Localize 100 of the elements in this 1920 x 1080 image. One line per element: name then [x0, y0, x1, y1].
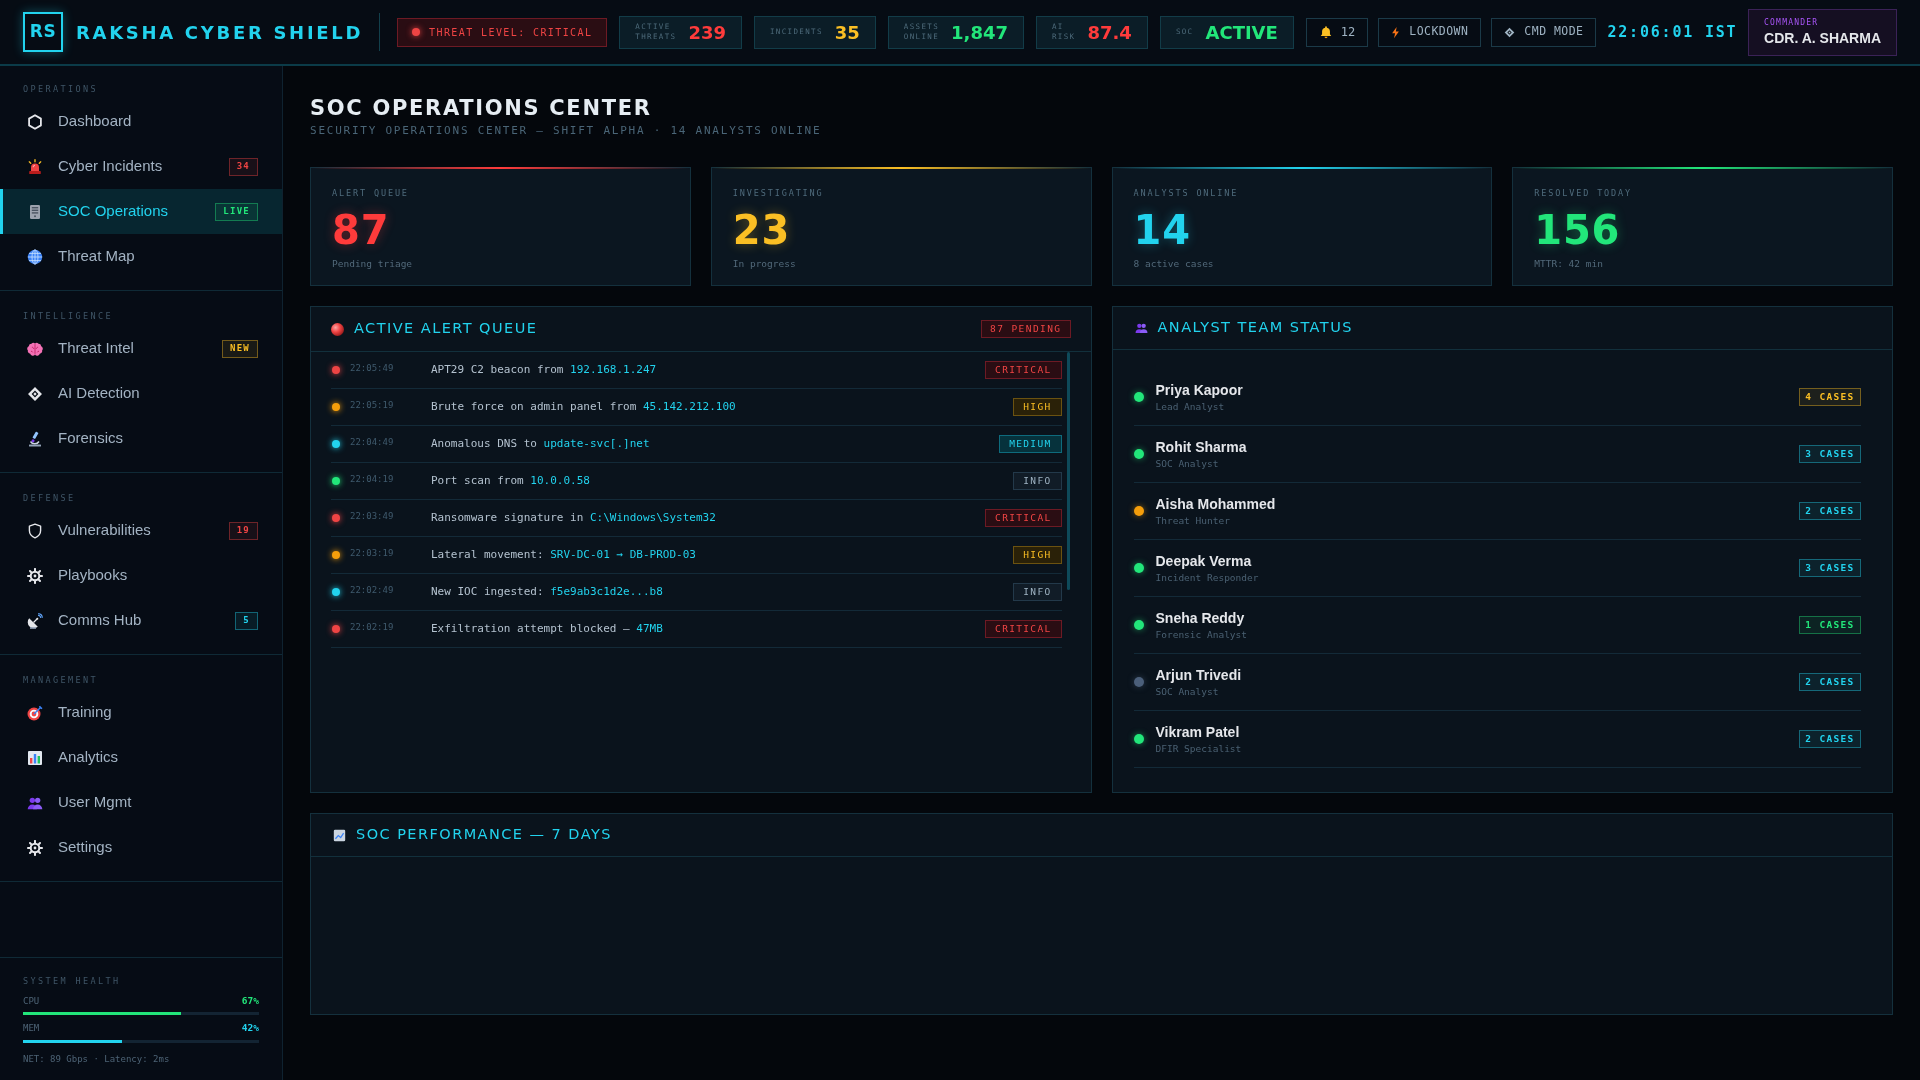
- toolbar-button[interactable]: CMD MODE: [1491, 17, 1597, 47]
- network-status: NET: 89 Gbps · Latency: 2ms: [23, 1052, 171, 1066]
- diamond-icon: [1504, 26, 1516, 38]
- analyst-role: SOC Analyst: [1155, 685, 1219, 698]
- metric-value: ACTIVE: [1205, 20, 1278, 45]
- target-icon: [27, 704, 43, 721]
- clock: 22:06:01 IST: [1607, 21, 1738, 43]
- section-label: SYSTEM HEALTH: [23, 975, 122, 988]
- globe-icon: [27, 248, 43, 265]
- severity-badge: CRITICAL: [985, 361, 1062, 379]
- stat-note: MTTR: 42 min: [1534, 258, 1603, 270]
- nav-badge: LIVE: [215, 202, 258, 221]
- metric-value: 35: [834, 20, 860, 45]
- diamond-icon: [27, 385, 43, 402]
- analyst-name: Aisha Mohammed: [1155, 495, 1276, 513]
- sidebar-item[interactable]: AI Detection: [0, 371, 282, 416]
- analyst-name: Vikram Patel: [1155, 723, 1240, 741]
- severity-badge: CRITICAL: [985, 509, 1062, 527]
- stat-label: RESOLVED TODAY: [1534, 187, 1633, 199]
- sidebar-item[interactable]: Playbooks: [0, 553, 282, 598]
- metric-value: 1,847: [951, 20, 1008, 45]
- sidebar-item[interactable]: Vulnerabilities 19: [0, 508, 282, 553]
- stat-value: 156: [1534, 208, 1621, 252]
- user-name: CDR. A. SHARMA: [1764, 29, 1881, 47]
- settings-icon: [27, 839, 43, 856]
- panel-title: ACTIVE ALERT QUEUE: [354, 319, 538, 339]
- cases-badge: 4 CASES: [1799, 388, 1861, 406]
- sidebar-item[interactable]: Forensics: [0, 416, 282, 461]
- server-icon: [27, 203, 43, 220]
- alert-time: 22:04:19: [350, 472, 395, 486]
- alert-time: 22:02:49: [350, 583, 395, 597]
- analyst-role: Forensic Analyst: [1155, 628, 1247, 641]
- people-icon: [1134, 322, 1148, 334]
- alert-time: 22:04:49: [350, 435, 395, 449]
- cases-badge: 2 CASES: [1799, 730, 1861, 748]
- alert-time: 22:03:19: [350, 546, 395, 560]
- notifications-button[interactable]: 12: [1305, 17, 1369, 47]
- analyst-role: DFIR Specialist: [1155, 742, 1242, 755]
- toolbar-button[interactable]: LOCKDOWN: [1378, 17, 1482, 47]
- severity-badge: CRITICAL: [985, 620, 1062, 638]
- panel-title: SOC PERFORMANCE — 7 DAYS: [356, 825, 612, 845]
- sidebar-item[interactable]: Threat Map: [0, 234, 282, 279]
- analyst-name: Arjun Trivedi: [1155, 666, 1242, 684]
- page-title: SOC OPERATIONS CENTER: [310, 95, 652, 121]
- scrollbar[interactable]: [1066, 352, 1070, 590]
- alert-message: Exfiltration attempt blocked — 47MB: [431, 620, 663, 637]
- metric-value: 239: [688, 20, 726, 45]
- alert-time: 22:03:49: [350, 509, 395, 523]
- sidebar-item[interactable]: Analytics: [0, 735, 282, 780]
- microscope-icon: [27, 430, 43, 447]
- alert-time: 22:02:19: [350, 620, 395, 634]
- stat-label: INVESTIGATING: [732, 187, 824, 199]
- bell-icon: [1318, 25, 1333, 39]
- alert-time: 22:05:19: [350, 398, 395, 412]
- panel-title: ANALYST TEAM STATUS: [1157, 318, 1353, 338]
- sidebar-item[interactable]: Threat Intel NEW: [0, 326, 282, 371]
- gear-icon: [27, 567, 43, 584]
- cases-badge: 1 CASES: [1799, 616, 1861, 634]
- alert-message: APT29 C2 beacon from 192.168.1.247: [431, 361, 657, 378]
- severity-badge: INFO: [1013, 583, 1062, 601]
- user-role: COMMANDER: [1764, 17, 1820, 29]
- cases-badge: 2 CASES: [1799, 502, 1861, 520]
- alert-message: Ransomware signature in C:\Windows\System32: [431, 509, 716, 526]
- stat-value: 87: [332, 208, 390, 252]
- pending-badge: 87 PENDING: [981, 320, 1071, 338]
- stat-label: ANALYSTS ONLINE: [1133, 187, 1239, 199]
- meter-reading: 42%: [241, 1021, 259, 1036]
- app-title: RAKSHA CYBER SHIELD: [76, 20, 364, 45]
- line-chart-icon: [333, 828, 346, 842]
- nav-badge: 34: [228, 157, 258, 176]
- alert-message: Anomalous DNS to update-svc[.]net: [431, 435, 650, 452]
- alert-time: 22:05:49: [350, 361, 395, 375]
- cases-badge: 2 CASES: [1799, 673, 1861, 691]
- meter-reading: 67%: [241, 994, 259, 1008]
- satellite-dish-icon: [27, 612, 43, 629]
- severity-badge: INFO: [1013, 472, 1062, 490]
- brain-icon: [27, 340, 43, 357]
- sidebar-item[interactable]: Dashboard: [0, 99, 282, 144]
- cases-badge: 3 CASES: [1799, 445, 1861, 463]
- sidebar-item[interactable]: Settings: [0, 825, 282, 870]
- alert-message: Lateral movement: SRV-DC-01 → DB-PROD-03: [431, 546, 696, 563]
- analyst-name: Rohit Sharma: [1155, 438, 1247, 456]
- stat-value: 23: [732, 208, 790, 252]
- page-subtitle: SECURITY OPERATIONS CENTER — SHIFT ALPHA · 14 ANALYSTS ONLINE: [310, 124, 822, 138]
- stat-value: 14: [1133, 208, 1191, 252]
- sidebar-item[interactable]: Comms Hub 5: [0, 598, 282, 643]
- hexagon-icon: [27, 113, 43, 130]
- sidebar-item[interactable]: Training: [0, 690, 282, 735]
- analyst-role: Incident Responder: [1155, 571, 1259, 584]
- metric-value: 87.4: [1087, 20, 1132, 45]
- sidebar-item[interactable]: SOC Operations LIVE: [0, 189, 282, 234]
- sidebar-item[interactable]: User Mgmt: [0, 780, 282, 825]
- siren-icon: [27, 158, 43, 175]
- nav-badge: 5: [235, 611, 258, 630]
- sidebar-item[interactable]: Cyber Incidents 34: [0, 144, 282, 189]
- stat-note: Pending triage: [332, 258, 413, 270]
- threat-level-text: THREAT LEVEL: CRITICAL: [429, 25, 593, 40]
- analyst-role: SOC Analyst: [1155, 457, 1219, 470]
- alert-message: New IOC ingested: f5e9ab3c1d2e...b8: [431, 583, 663, 600]
- section-label: OPERATIONS: [22, 83, 99, 95]
